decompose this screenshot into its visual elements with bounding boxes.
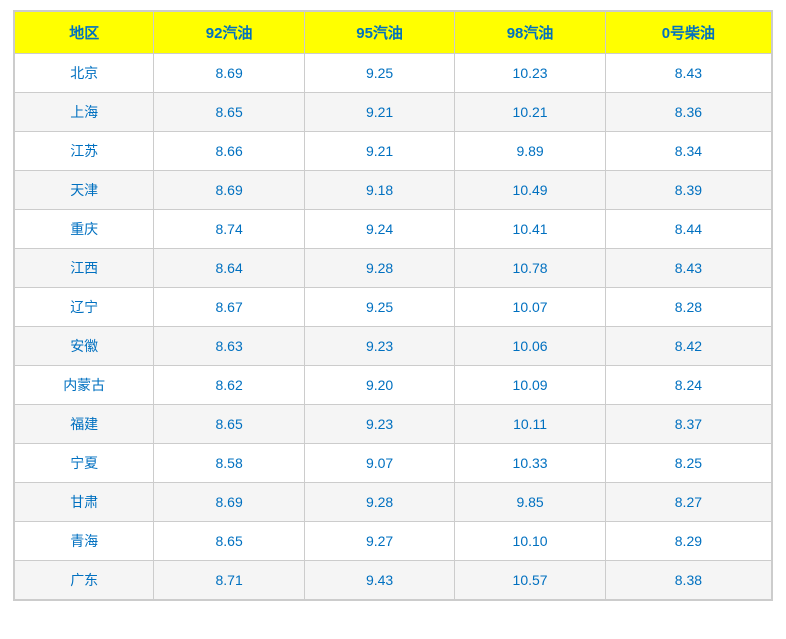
price-cell: 8.69 xyxy=(154,483,304,522)
price-cell: 8.62 xyxy=(154,366,304,405)
price-cell: 8.43 xyxy=(605,54,771,93)
table-row: 江苏8.669.219.898.34 xyxy=(15,132,772,171)
table-row: 广东8.719.4310.578.38 xyxy=(15,561,772,600)
table-header-row: 地区 92汽油 95汽油 98汽油 0号柴油 xyxy=(15,12,772,54)
price-cell: 8.65 xyxy=(154,405,304,444)
price-cell: 9.21 xyxy=(304,93,454,132)
price-cell: 9.43 xyxy=(304,561,454,600)
region-cell: 宁夏 xyxy=(15,444,154,483)
price-cell: 8.42 xyxy=(605,327,771,366)
price-cell: 9.21 xyxy=(304,132,454,171)
price-cell: 8.38 xyxy=(605,561,771,600)
price-cell: 10.49 xyxy=(455,171,605,210)
table-row: 天津8.699.1810.498.39 xyxy=(15,171,772,210)
price-cell: 10.11 xyxy=(455,405,605,444)
price-cell: 8.63 xyxy=(154,327,304,366)
region-cell: 重庆 xyxy=(15,210,154,249)
price-cell: 9.20 xyxy=(304,366,454,405)
table-row: 辽宁8.679.2510.078.28 xyxy=(15,288,772,327)
fuel-price-table: 地区 92汽油 95汽油 98汽油 0号柴油 北京8.699.2510.238.… xyxy=(13,10,773,601)
price-cell: 9.28 xyxy=(304,249,454,288)
price-cell: 10.33 xyxy=(455,444,605,483)
price-cell: 8.37 xyxy=(605,405,771,444)
table-row: 上海8.659.2110.218.36 xyxy=(15,93,772,132)
price-cell: 8.69 xyxy=(154,54,304,93)
price-cell: 9.23 xyxy=(304,405,454,444)
table-row: 安徽8.639.2310.068.42 xyxy=(15,327,772,366)
table-row: 北京8.699.2510.238.43 xyxy=(15,54,772,93)
header-95: 95汽油 xyxy=(304,12,454,54)
price-cell: 9.24 xyxy=(304,210,454,249)
table-row: 甘肃8.699.289.858.27 xyxy=(15,483,772,522)
table-row: 内蒙古8.629.2010.098.24 xyxy=(15,366,772,405)
region-cell: 甘肃 xyxy=(15,483,154,522)
region-cell: 青海 xyxy=(15,522,154,561)
price-cell: 8.25 xyxy=(605,444,771,483)
price-cell: 8.64 xyxy=(154,249,304,288)
region-cell: 天津 xyxy=(15,171,154,210)
price-cell: 8.39 xyxy=(605,171,771,210)
price-cell: 9.28 xyxy=(304,483,454,522)
table-row: 江西8.649.2810.788.43 xyxy=(15,249,772,288)
header-diesel: 0号柴油 xyxy=(605,12,771,54)
price-cell: 9.25 xyxy=(304,288,454,327)
price-cell: 10.07 xyxy=(455,288,605,327)
price-cell: 8.24 xyxy=(605,366,771,405)
region-cell: 上海 xyxy=(15,93,154,132)
price-cell: 8.43 xyxy=(605,249,771,288)
region-cell: 安徽 xyxy=(15,327,154,366)
region-cell: 辽宁 xyxy=(15,288,154,327)
price-cell: 10.06 xyxy=(455,327,605,366)
price-cell: 10.41 xyxy=(455,210,605,249)
price-cell: 9.07 xyxy=(304,444,454,483)
price-cell: 9.23 xyxy=(304,327,454,366)
price-cell: 8.28 xyxy=(605,288,771,327)
table-row: 重庆8.749.2410.418.44 xyxy=(15,210,772,249)
table-row: 宁夏8.589.0710.338.25 xyxy=(15,444,772,483)
price-cell: 8.29 xyxy=(605,522,771,561)
price-cell: 8.74 xyxy=(154,210,304,249)
price-cell: 9.89 xyxy=(455,132,605,171)
region-cell: 江苏 xyxy=(15,132,154,171)
price-cell: 9.25 xyxy=(304,54,454,93)
price-cell: 10.10 xyxy=(455,522,605,561)
price-cell: 8.66 xyxy=(154,132,304,171)
region-cell: 内蒙古 xyxy=(15,366,154,405)
price-cell: 9.27 xyxy=(304,522,454,561)
region-cell: 福建 xyxy=(15,405,154,444)
price-cell: 10.78 xyxy=(455,249,605,288)
price-cell: 10.21 xyxy=(455,93,605,132)
price-cell: 10.09 xyxy=(455,366,605,405)
price-cell: 8.65 xyxy=(154,522,304,561)
price-cell: 8.67 xyxy=(154,288,304,327)
header-92: 92汽油 xyxy=(154,12,304,54)
price-cell: 8.69 xyxy=(154,171,304,210)
price-cell: 9.18 xyxy=(304,171,454,210)
table-row: 青海8.659.2710.108.29 xyxy=(15,522,772,561)
price-cell: 10.23 xyxy=(455,54,605,93)
price-cell: 8.36 xyxy=(605,93,771,132)
region-cell: 广东 xyxy=(15,561,154,600)
header-98: 98汽油 xyxy=(455,12,605,54)
table-row: 福建8.659.2310.118.37 xyxy=(15,405,772,444)
price-cell: 9.85 xyxy=(455,483,605,522)
price-cell: 8.44 xyxy=(605,210,771,249)
price-cell: 8.58 xyxy=(154,444,304,483)
price-cell: 8.34 xyxy=(605,132,771,171)
price-cell: 8.65 xyxy=(154,93,304,132)
price-cell: 10.57 xyxy=(455,561,605,600)
region-cell: 北京 xyxy=(15,54,154,93)
price-cell: 8.27 xyxy=(605,483,771,522)
price-cell: 8.71 xyxy=(154,561,304,600)
region-cell: 江西 xyxy=(15,249,154,288)
header-region: 地区 xyxy=(15,12,154,54)
